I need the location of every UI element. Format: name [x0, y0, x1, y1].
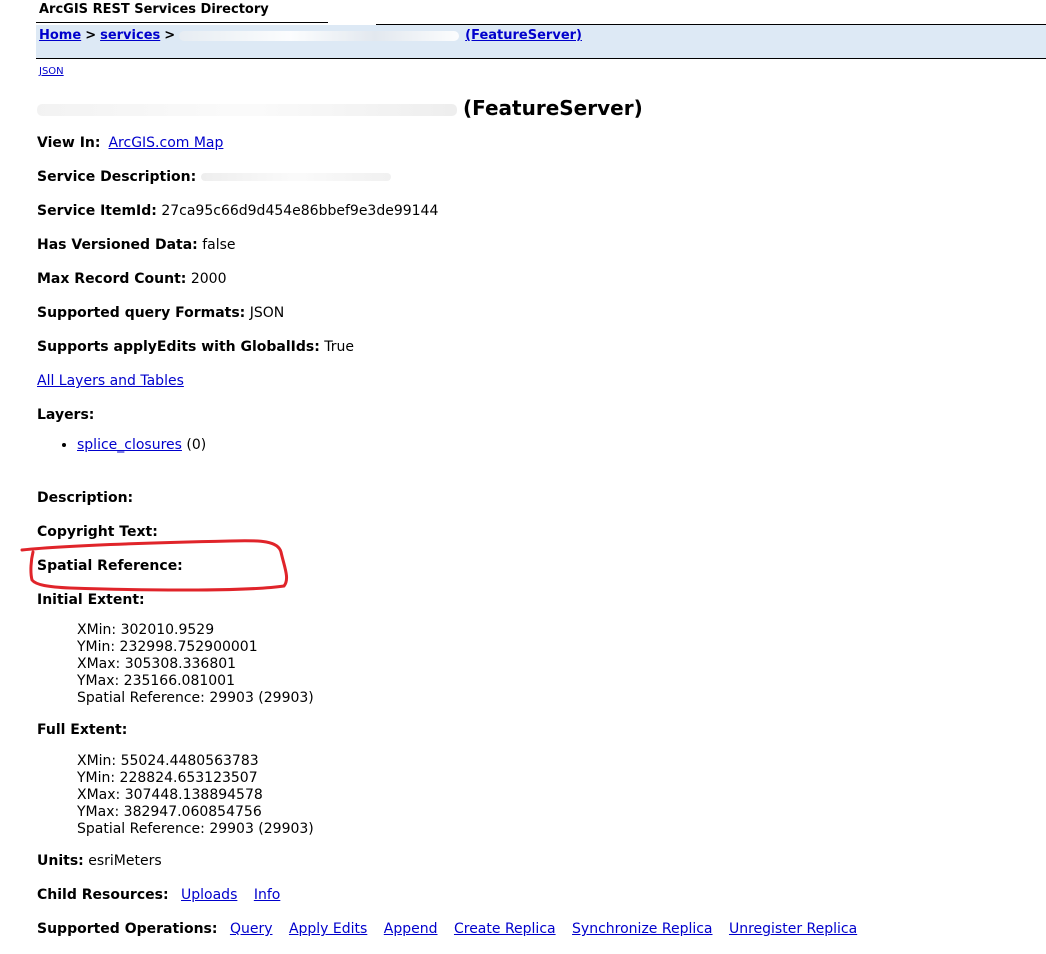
units-label: Units: [37, 853, 84, 869]
service-description-label: Service Description: [37, 169, 197, 185]
layers-heading-row: Layers: [37, 406, 94, 424]
initial-extent-row: Initial Extent: [37, 591, 145, 609]
layers-list: splice_closures (0) [37, 436, 206, 454]
apply-edits-globalids-value: True [324, 339, 355, 355]
initial-extent-ymin: YMin: 232998.752900001 [77, 639, 258, 655]
initial-extent-ymax: YMax: 235166.081001 [77, 673, 235, 689]
apply-edits-globalids-label: Supports applyEdits with GlobalIds: [37, 339, 320, 355]
info-link[interactable]: Info [254, 887, 281, 903]
spatial-reference-row: Spatial Reference: [37, 557, 183, 575]
synchronize-replica-operation-link[interactable]: Synchronize Replica [572, 921, 712, 937]
list-item: splice_closures (0) [77, 436, 206, 454]
breadcrumb-separator: > [85, 28, 97, 43]
breadcrumb: Home > services > (FeatureServer) [39, 27, 582, 45]
breadcrumb-services-link[interactable]: services [100, 28, 160, 43]
child-resources-row: Child Resources: Uploads Info [37, 886, 292, 904]
spatial-reference-label: Spatial Reference: [37, 558, 183, 574]
directory-title: ArcGIS REST Services Directory [39, 2, 269, 17]
full-extent-xmin: XMin: 55024.4480563783 [77, 753, 259, 769]
breadcrumb-service-link[interactable]: (FeatureServer) [465, 28, 582, 43]
breadcrumb-home-link[interactable]: Home [39, 28, 81, 43]
redacted-service-title [37, 103, 457, 116]
query-formats-value: JSON [249, 305, 285, 321]
redacted-service-name [179, 30, 460, 41]
page-title-suffix: (FeatureServer) [463, 96, 643, 120]
initial-extent-spatial-reference: Spatial Reference: 29903 (29903) [77, 690, 314, 706]
apply-edits-operation-link[interactable]: Apply Edits [289, 921, 367, 937]
view-in-label: View In: [37, 135, 101, 151]
redacted-service-description [200, 173, 391, 181]
service-itemid-label: Service ItemId: [37, 203, 157, 219]
has-versioned-label: Has Versioned Data: [37, 237, 198, 253]
all-layers-and-tables-link[interactable]: All Layers and Tables [37, 373, 184, 389]
service-itemid-row: Service ItemId: 27ca95c66d9d454e86bbef9e… [37, 202, 438, 220]
initial-extent-xmin: XMin: 302010.9529 [77, 622, 215, 638]
breadcrumb-bar: Home > services > (FeatureServer) [36, 25, 1046, 59]
apply-edits-globalids-row: Supports applyEdits with GlobalIds: True [37, 338, 354, 356]
uploads-link[interactable]: Uploads [181, 887, 237, 903]
query-formats-label: Supported query Formats: [37, 305, 246, 321]
full-extent-row: Full Extent: [37, 721, 127, 739]
full-extent-ymax: YMax: 382947.060854756 [77, 804, 262, 820]
full-extent-ymin: YMin: 228824.653123507 [77, 770, 258, 786]
units-value: esriMeters [88, 853, 162, 869]
has-versioned-row: Has Versioned Data: false [37, 236, 236, 254]
header-divider-left [36, 22, 328, 23]
service-itemid-value: 27ca95c66d9d454e86bbef9e3de99144 [161, 203, 439, 219]
all-layers-row: All Layers and Tables [37, 372, 196, 390]
arcgis-map-link[interactable]: ArcGIS.com Map [108, 135, 223, 151]
service-description-row: Service Description: [37, 168, 391, 186]
initial-extent-values: XMin: 302010.9529 YMin: 232998.752900001… [77, 622, 314, 707]
max-record-label: Max Record Count: [37, 271, 187, 287]
units-row: Units: esriMeters [37, 852, 162, 870]
copyright-label: Copyright Text: [37, 524, 158, 540]
full-extent-values: XMin: 55024.4480563783 YMin: 228824.6531… [77, 753, 314, 838]
description-label: Description: [37, 490, 134, 506]
query-formats-row: Supported query Formats: JSON [37, 304, 284, 322]
full-extent-label: Full Extent: [37, 722, 128, 738]
create-replica-operation-link[interactable]: Create Replica [454, 921, 556, 937]
query-operation-link[interactable]: Query [230, 921, 273, 937]
layers-label: Layers: [37, 407, 95, 423]
full-extent-spatial-reference: Spatial Reference: 29903 (29903) [77, 821, 314, 837]
supported-operations-row: Supported Operations: Query Apply Edits … [37, 920, 869, 938]
max-record-value: 2000 [190, 271, 227, 287]
description-row: Description: [37, 489, 133, 507]
copyright-row: Copyright Text: [37, 523, 158, 541]
full-extent-xmax: XMax: 307448.138894578 [77, 787, 263, 803]
view-in-row: View In: ArcGIS.com Map [37, 134, 235, 152]
json-link[interactable]: JSON [39, 66, 64, 78]
initial-extent-xmax: XMax: 305308.336801 [77, 656, 237, 672]
unregister-replica-operation-link[interactable]: Unregister Replica [729, 921, 857, 937]
layer-link-splice-closures[interactable]: splice_closures [77, 437, 182, 453]
has-versioned-value: false [202, 237, 236, 253]
breadcrumb-separator: > [164, 28, 176, 43]
supported-operations-label: Supported Operations: [37, 921, 218, 937]
append-operation-link[interactable]: Append [384, 921, 438, 937]
layer-id: (0) [186, 437, 207, 453]
max-record-row: Max Record Count: 2000 [37, 270, 227, 288]
child-resources-label: Child Resources: [37, 887, 169, 903]
page-title: (FeatureServer) [37, 95, 643, 121]
initial-extent-label: Initial Extent: [37, 592, 145, 608]
